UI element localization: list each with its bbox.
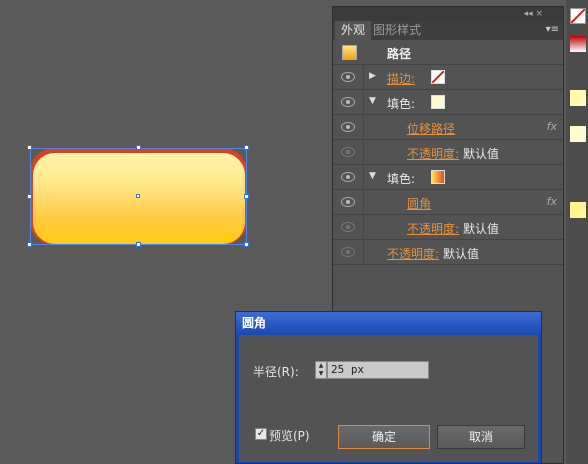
eye-icon[interactable] — [341, 222, 355, 232]
fill-label: 填色: — [387, 97, 416, 111]
opacity-value: 默认值 — [463, 147, 500, 161]
opacity-value: 默认值 — [443, 247, 480, 261]
opacity-link[interactable]: 不透明度: — [407, 220, 459, 237]
stroke-none-swatch[interactable] — [570, 8, 586, 24]
round-corners-link[interactable]: 圆角 — [407, 195, 431, 212]
color-swatch[interactable] — [570, 126, 586, 142]
right-dock-strip — [566, 0, 588, 464]
eye-icon[interactable] — [341, 72, 355, 82]
eye-icon[interactable] — [341, 247, 355, 257]
radius-label: 半径(R): — [253, 365, 299, 379]
opacity-value: 默认值 — [463, 222, 500, 236]
preview-label[interactable]: 预览(P) — [269, 427, 310, 444]
row-fill-1[interactable]: ▼ 填色: — [333, 90, 563, 115]
gradient-swatch[interactable] — [570, 36, 586, 52]
collapse-triangle-icon[interactable]: ▼ — [369, 96, 376, 106]
offset-path-link[interactable]: 位移路径 — [407, 120, 455, 137]
handle-middle-right[interactable] — [244, 194, 249, 199]
fill-swatch[interactable] — [431, 95, 445, 109]
path-thumbnail-icon — [342, 45, 357, 60]
eye-icon[interactable] — [341, 197, 355, 207]
color-swatch[interactable] — [570, 202, 586, 218]
fx-icon[interactable]: fx — [547, 195, 557, 208]
row-stroke[interactable]: ▶ 描边: — [333, 65, 563, 90]
header-title: 路径 — [387, 47, 412, 61]
handle-bottom-right[interactable] — [244, 242, 249, 247]
center-point — [136, 194, 140, 198]
handle-bottom-left[interactable] — [27, 242, 32, 247]
dialog-title[interactable]: 圆角 — [236, 312, 541, 335]
row-opacity-1[interactable]: 不透明度: 默认值 — [333, 140, 563, 165]
stroke-swatch-none[interactable] — [431, 70, 445, 84]
radius-spinner[interactable]: ▲ ▼ — [315, 361, 327, 379]
handle-top-left[interactable] — [27, 145, 32, 150]
panel-tabs: 外观 图形样式 ▾≡ — [333, 21, 563, 40]
tab-graphic-styles[interactable]: 图形样式 — [367, 21, 427, 40]
handle-top-center[interactable] — [136, 145, 141, 150]
cancel-button[interactable]: 取消 — [437, 425, 525, 449]
dialog-body: 半径(R): ▲ ▼ 25 px ✓ 预览(P) 确定 取消 — [239, 335, 538, 462]
eye-icon[interactable] — [341, 147, 355, 157]
fx-icon[interactable]: fx — [547, 120, 557, 133]
row-round-corners[interactable]: 圆角 fx — [333, 190, 563, 215]
handle-bottom-center[interactable] — [136, 242, 141, 247]
preview-checkbox[interactable]: ✓ — [255, 428, 267, 440]
radius-input[interactable]: 25 px — [327, 361, 429, 379]
row-offset-path[interactable]: 位移路径 fx — [333, 115, 563, 140]
fill-label: 填色: — [387, 172, 416, 186]
eye-icon[interactable] — [341, 97, 355, 107]
ok-button[interactable]: 确定 — [338, 425, 430, 449]
handle-middle-left[interactable] — [27, 194, 32, 199]
row-opacity-2[interactable]: 不透明度: 默认值 — [333, 215, 563, 240]
panel-menu-icon[interactable]: ▾≡ — [546, 24, 559, 35]
opacity-link[interactable]: 不透明度: — [387, 245, 439, 262]
collapse-triangle-icon[interactable]: ▼ — [369, 171, 376, 181]
tab-appearance[interactable]: 外观 — [335, 21, 372, 40]
color-swatch[interactable] — [570, 90, 586, 106]
panel-top-bar[interactable]: ◂◂ × — [333, 7, 563, 21]
round-corners-dialog: 圆角 半径(R): ▲ ▼ 25 px ✓ 预览(P) 确定 取消 — [235, 311, 542, 464]
eye-icon[interactable] — [341, 122, 355, 132]
row-opacity-3[interactable]: 不透明度: 默认值 — [333, 240, 563, 265]
gradient-fill-swatch[interactable] — [431, 170, 445, 184]
expand-triangle-icon[interactable]: ▶ — [369, 71, 376, 81]
appearance-header: 路径 — [333, 40, 563, 65]
row-fill-2[interactable]: ▼ 填色: — [333, 165, 563, 190]
stroke-label[interactable]: 描边: — [387, 70, 415, 87]
opacity-link[interactable]: 不透明度: — [407, 145, 459, 162]
handle-top-right[interactable] — [244, 145, 249, 150]
eye-icon[interactable] — [341, 172, 355, 182]
